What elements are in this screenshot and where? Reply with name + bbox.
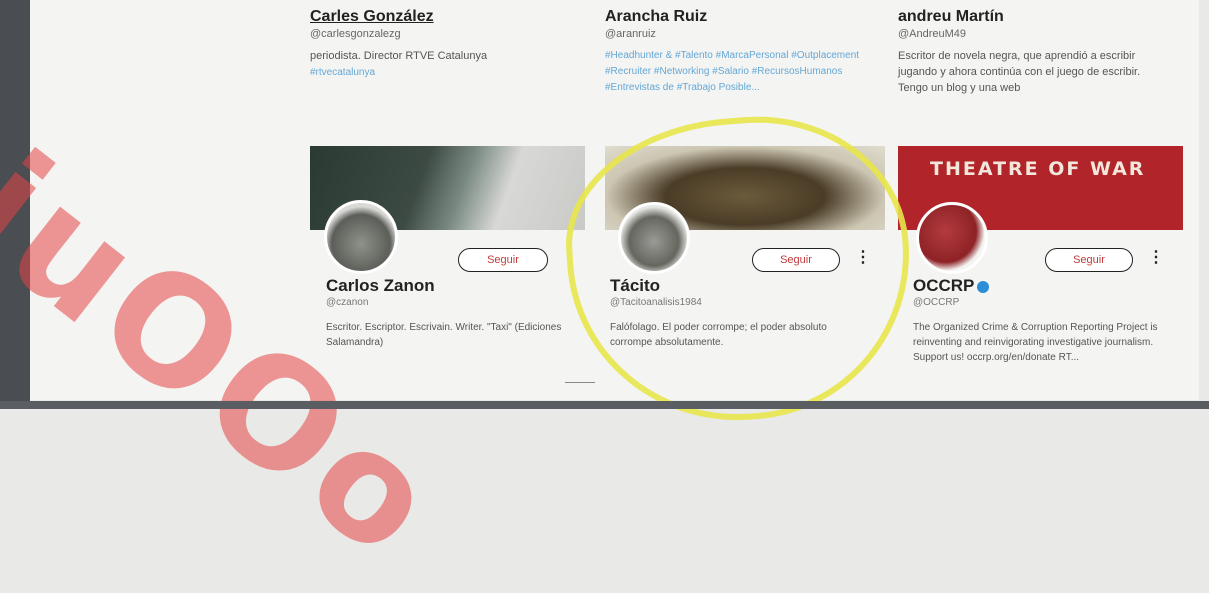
left-frame-bar bbox=[0, 0, 30, 409]
bio-text: periodista. Director RTVE Catalunya bbox=[310, 50, 488, 62]
profile-avatar[interactable] bbox=[916, 202, 988, 274]
divider bbox=[565, 382, 595, 383]
profile-bio: periodista. Director RTVE Catalunya #rtv… bbox=[310, 48, 562, 81]
more-options-icon[interactable]: ⋮ bbox=[1148, 247, 1164, 267]
verified-badge-icon bbox=[977, 280, 990, 293]
follow-button[interactable]: Seguir bbox=[458, 248, 548, 272]
profile-avatar[interactable] bbox=[324, 200, 398, 274]
profile-name-link[interactable]: Carles González bbox=[310, 8, 575, 26]
profile-name-row: OCCRP bbox=[913, 276, 990, 296]
profile-handle: @AndreuM49 bbox=[898, 28, 967, 40]
profile-bio: Escritor. Escriptor. Escrivain. Writer. … bbox=[326, 322, 562, 348]
bio-hashtags[interactable]: #Headhunter & #Talento #MarcaPersonal #O… bbox=[605, 48, 871, 96]
profile-name-link[interactable]: Carlos Zanon bbox=[326, 276, 435, 296]
more-options-icon[interactable]: ⋮ bbox=[855, 247, 871, 267]
profile-bio: Falófolago. El poder corrompe; el poder … bbox=[610, 322, 827, 348]
profile-bio: Escritor de novela negra, que aprendió a… bbox=[898, 50, 1141, 94]
profile-handle: @OCCRP bbox=[913, 297, 960, 308]
follow-button[interactable]: Seguir bbox=[1045, 248, 1133, 272]
profile-name-link[interactable]: Tácito bbox=[610, 276, 660, 296]
suggestion-top-3: andreu Martín @AndreuM49 Escritor de nov… bbox=[898, 0, 1183, 96]
bio-hashtags[interactable]: #rtvecatalunya bbox=[310, 67, 375, 78]
suggestion-top-1: Carles González @carlesgonzalezg periodi… bbox=[310, 0, 575, 81]
profile-avatar[interactable] bbox=[618, 202, 690, 274]
banner-title: THEATRE OF WAR bbox=[930, 158, 1146, 180]
suggestion-top-2: Arancha Ruiz @aranruiz #Headhunter & #Ta… bbox=[605, 0, 885, 96]
profile-handle: @Tacitoanalisis1984 bbox=[610, 297, 702, 308]
profile-handle: @czanon bbox=[326, 297, 369, 308]
profile-name-link[interactable]: andreu Martín bbox=[898, 8, 1183, 26]
profile-name-link[interactable]: Arancha Ruiz bbox=[605, 8, 885, 26]
profile-handle: @carlesgonzalezg bbox=[310, 28, 401, 40]
profile-handle: @aranruiz bbox=[605, 28, 656, 40]
profile-name-link[interactable]: OCCRP bbox=[913, 276, 974, 295]
profile-bio: The Organized Crime & Corruption Reporti… bbox=[913, 322, 1158, 363]
follow-button[interactable]: Seguir bbox=[752, 248, 840, 272]
bottom-frame-bar bbox=[0, 401, 1209, 409]
